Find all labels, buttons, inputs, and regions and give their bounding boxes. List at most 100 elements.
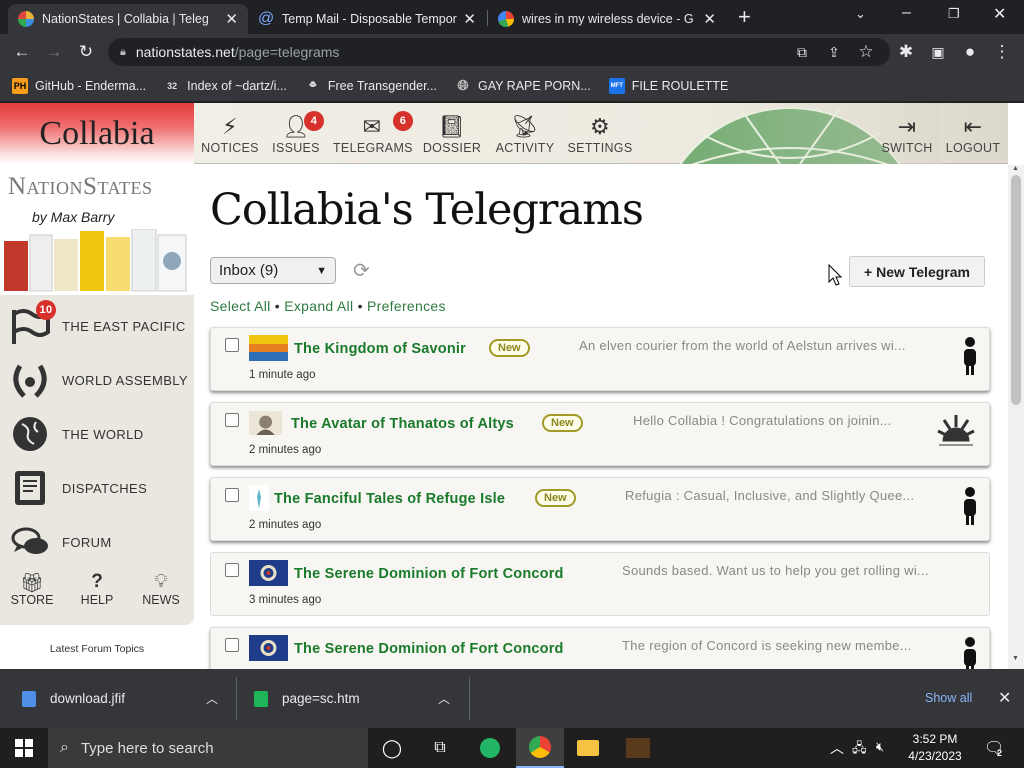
- telegram-row[interactable]: The Kingdom of Savonir New 1 minute ago …: [210, 327, 990, 391]
- extensions-icon[interactable]: ✱: [894, 40, 918, 64]
- scrollbar-thumb[interactable]: [1011, 175, 1021, 405]
- sidebar-item-forum[interactable]: FORUM: [8, 517, 112, 567]
- nav-dossier[interactable]: 📓︎ DOSSIER: [422, 115, 482, 156]
- download-separator: [236, 677, 237, 720]
- nav-settings[interactable]: ⚙︎ SETTINGS: [567, 115, 633, 156]
- bookmark-label: GitHub - Enderma...: [35, 78, 147, 93]
- cortana-icon[interactable]: ◯: [368, 728, 416, 768]
- latest-forum-topics[interactable]: Latest Forum Topics: [0, 643, 194, 655]
- file-explorer-icon[interactable]: [564, 728, 612, 768]
- tab-nationstates[interactable]: NationStates | Collabia | Teleg ✕: [8, 4, 248, 34]
- telegram-row[interactable]: The Serene Dominion of Fort Concord The …: [210, 627, 990, 669]
- taskbar-clock[interactable]: 3:52 PM 4/23/2023: [896, 731, 974, 765]
- tab-google-search[interactable]: wires in my wireless device - G ✕: [488, 4, 726, 34]
- bookmark-free-transgender[interactable]: 🎩︎ Free Transgender...: [305, 78, 436, 94]
- sidebar-help[interactable]: ? HELP: [67, 571, 127, 607]
- scroll-up-icon[interactable]: ▲: [1012, 165, 1019, 172]
- bookmark-file-roulette[interactable]: MFT FILE ROULETTE: [608, 77, 729, 94]
- chevron-up-icon[interactable]: ︿: [438, 690, 450, 707]
- preferences-link[interactable]: Preferences: [367, 298, 446, 314]
- sidebar-store[interactable]: 🎁︎ STORE: [2, 571, 62, 607]
- lock-icon[interactable]: 🔒︎: [120, 46, 126, 59]
- restore-icon[interactable]: ❐: [948, 6, 960, 22]
- open-in-app-icon[interactable]: ⧉: [790, 40, 814, 64]
- nav-issues[interactable]: 👤︎ ISSUES 4: [271, 111, 324, 155]
- telegram-preview[interactable]: An elven courier from the world of Aelst…: [579, 338, 909, 353]
- chrome-app-icon[interactable]: [516, 728, 564, 768]
- show-hidden-icons-chevron-icon[interactable]: ︿: [830, 738, 844, 758]
- telegram-checkbox[interactable]: [225, 563, 239, 577]
- nationstates-wordmark[interactable]: NationStates: [8, 173, 153, 201]
- bookmark-index-dartz[interactable]: 32 Index of ~dartz/i...: [164, 78, 287, 94]
- telegram-row[interactable]: The Serene Dominion of Fort Concord 3 mi…: [210, 552, 990, 616]
- chevron-up-icon[interactable]: ︿: [206, 690, 218, 707]
- telegram-checkbox[interactable]: [225, 338, 239, 352]
- telegram-checkbox[interactable]: [225, 488, 239, 502]
- telegram-checkbox[interactable]: [225, 413, 239, 427]
- new-tab-button[interactable]: +: [738, 4, 751, 30]
- close-shelf-icon[interactable]: ✕: [998, 688, 1011, 708]
- show-all-downloads[interactable]: Show all: [925, 691, 972, 705]
- telegram-preview[interactable]: Hello Collabia ! Congratulations on join…: [633, 413, 923, 428]
- tab-search-chevron-icon[interactable]: ⌄: [855, 6, 866, 22]
- network-icon[interactable]: 🖧︎: [852, 739, 867, 761]
- menu-icon[interactable]: ⋮: [990, 40, 1014, 64]
- telegram-preview[interactable]: The region of Concord is seeking new mem…: [622, 638, 952, 653]
- sidebar-item-the-world[interactable]: THE WORLD: [8, 409, 144, 459]
- forward-icon[interactable]: →: [42, 40, 66, 64]
- windows-start-icon[interactable]: [0, 728, 48, 768]
- share-icon[interactable]: ⇪: [822, 40, 846, 64]
- download-item[interactable]: download.jfif ︿: [22, 669, 232, 728]
- scroll-down-icon[interactable]: ▼: [1012, 655, 1019, 662]
- telegram-row[interactable]: The Fanciful Tales of Refuge Isle New 2 …: [210, 477, 990, 541]
- side-panel-icon[interactable]: ▣: [926, 40, 950, 64]
- telegram-checkbox[interactable]: [225, 638, 239, 652]
- nav-switch[interactable]: ⇥ SWITCH: [879, 115, 935, 156]
- sidebar-item-dispatches[interactable]: DISPATCHES: [8, 463, 147, 513]
- task-view-icon[interactable]: ⧉: [416, 728, 464, 768]
- close-window-icon[interactable]: ✕: [993, 4, 1006, 24]
- download-item[interactable]: page=sc.htm ︿: [254, 669, 464, 728]
- telegram-sender[interactable]: The Avatar of Thanatos of Altys: [291, 416, 514, 432]
- sidebar-item-world-assembly[interactable]: WORLD ASSEMBLY: [8, 355, 188, 405]
- bookmark-star-icon[interactable]: ☆: [854, 40, 878, 64]
- telegram-sender[interactable]: The Kingdom of Savonir: [294, 341, 466, 357]
- nation-logo[interactable]: Collabia: [0, 103, 194, 164]
- bookmark-label: FILE ROULETTE: [631, 78, 729, 93]
- reload-icon[interactable]: ↻: [74, 40, 98, 64]
- address-bar[interactable]: 🔒︎ nationstates.net/page=telegrams: [108, 38, 890, 66]
- telegram-preview[interactable]: Sounds based. Want us to help you get ro…: [622, 563, 952, 578]
- sidebar-news[interactable]: 💡︎ NEWS: [131, 571, 191, 607]
- books-graphic[interactable]: [4, 229, 190, 295]
- expand-all-link[interactable]: Expand All: [284, 298, 353, 314]
- nav-notices[interactable]: ⚡︎ NOTICES: [201, 115, 259, 156]
- bookmark-github[interactable]: PH GitHub - Enderma...: [12, 77, 147, 94]
- telegram-preview[interactable]: Refugia : Casual, Inclusive, and Slightl…: [625, 488, 945, 503]
- sidebar-item-east-pacific[interactable]: THE EAST PACIFIC 10: [8, 300, 186, 351]
- telegram-row[interactable]: The Avatar of Thanatos of Altys New 2 mi…: [210, 402, 990, 466]
- nav-activity[interactable]: 📡︎ ACTIVITY: [495, 115, 555, 156]
- telegram-sender[interactable]: The Serene Dominion of Fort Concord: [294, 566, 564, 582]
- taskbar-search[interactable]: ⌕ Type here to search: [48, 728, 368, 768]
- bookmark-globe-site[interactable]: 🌐︎ GAY RAPE PORN...: [455, 77, 590, 94]
- volume-muted-icon[interactable]: 🔇︎: [876, 739, 884, 755]
- refresh-icon[interactable]: ⟳: [353, 258, 370, 283]
- telegram-folder-select[interactable]: Inbox (9) ▼: [210, 257, 336, 284]
- telegram-sender[interactable]: The Fanciful Tales of Refuge Isle: [274, 491, 505, 507]
- select-all-link[interactable]: Select All: [210, 298, 271, 314]
- profile-icon[interactable]: ●: [958, 40, 982, 64]
- page-scrollbar[interactable]: ▲ ▼: [1008, 165, 1024, 669]
- minimize-icon[interactable]: –: [902, 4, 911, 22]
- close-tab-icon[interactable]: ✕: [703, 10, 716, 28]
- tab-temp-mail[interactable]: @ Temp Mail - Disposable Tempor ✕: [248, 4, 486, 34]
- new-telegram-button[interactable]: + New Telegram: [849, 256, 985, 287]
- back-icon[interactable]: ←: [10, 40, 34, 64]
- telegram-sender[interactable]: The Serene Dominion of Fort Concord: [294, 641, 564, 657]
- close-tab-icon[interactable]: ✕: [225, 10, 238, 28]
- fort-concord-flag: [249, 635, 288, 661]
- nav-logout[interactable]: ⇤ LOGOUT: [945, 115, 1001, 156]
- game-app-icon[interactable]: [614, 728, 662, 768]
- sheets-app-icon[interactable]: [466, 728, 514, 768]
- close-tab-icon[interactable]: ✕: [463, 10, 476, 28]
- nav-telegrams[interactable]: ✉︎ TELEGRAMS 6: [333, 111, 413, 155]
